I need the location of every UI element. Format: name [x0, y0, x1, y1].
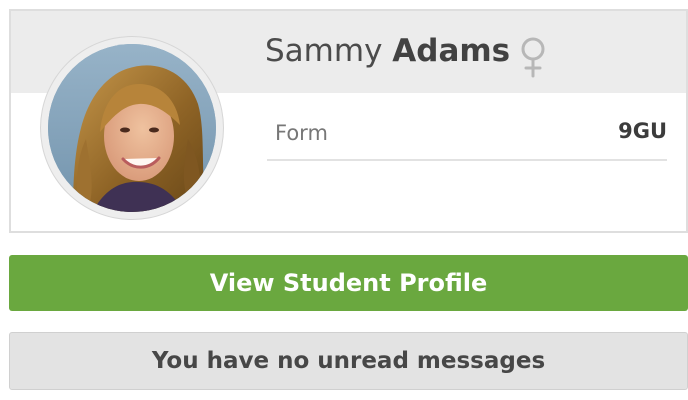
student-last-name: Adams — [392, 33, 511, 69]
student-summary-page: Sammy Adams Form 9GU View Student Profil… — [0, 0, 688, 400]
view-student-profile-button[interactable]: View Student Profile — [9, 255, 688, 311]
student-card: Sammy Adams Form 9GU — [9, 9, 688, 233]
unread-messages-status: You have no unread messages — [9, 332, 688, 390]
student-portrait-image — [48, 44, 216, 212]
student-avatar — [41, 37, 223, 219]
form-label: Form — [275, 121, 328, 145]
student-first-name: Sammy — [265, 33, 383, 69]
female-symbol-icon — [521, 37, 545, 78]
form-value: 9GU — [618, 119, 667, 143]
form-row: Form 9GU — [267, 111, 667, 161]
student-photo — [48, 44, 216, 212]
student-name: Sammy Adams — [265, 29, 510, 73]
